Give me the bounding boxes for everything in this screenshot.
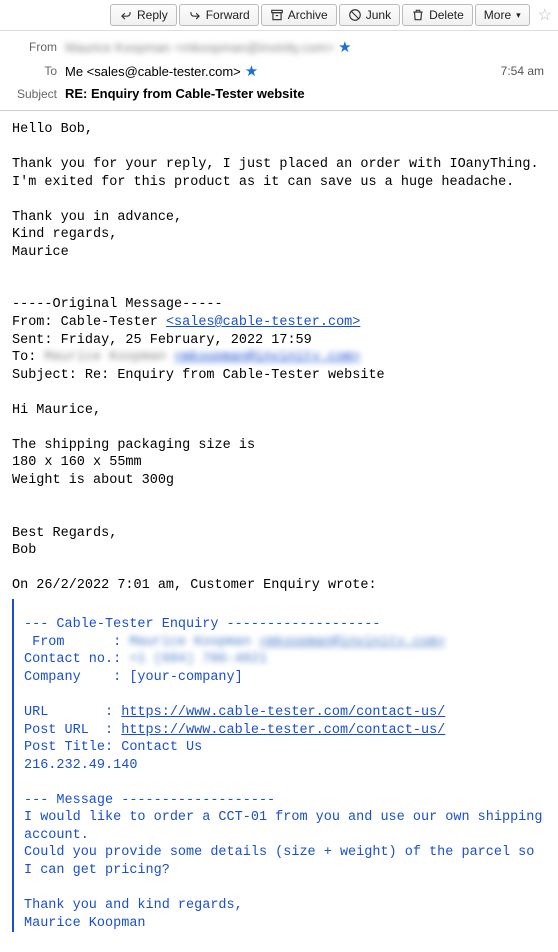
orig-subject: Subject: Re: Enquiry from Cable-Tester w… [12, 368, 385, 383]
enq-ip: 216.232.49.140 [24, 758, 137, 773]
subject-value: RE: Enquiry from Cable-Tester website [65, 86, 548, 101]
header-from-row: From Maurice Koopman <mkoopman@invinity.… [10, 35, 548, 59]
forward-label: Forward [206, 8, 250, 22]
more-button[interactable]: More ▾ [475, 4, 530, 26]
star-icon[interactable]: ★ [245, 62, 258, 80]
from-label: From [10, 40, 65, 54]
orig-from-link[interactable]: <sales@cable-tester.com> [166, 315, 360, 330]
from-address: <mkoopman@invinity.com> [175, 40, 335, 55]
enq-signoff: Thank you and kind regards, Maurice Koop… [24, 898, 243, 931]
message-headers: From Maurice Koopman <mkoopman@invinity.… [0, 31, 558, 111]
delete-label: Delete [429, 8, 464, 22]
body-p1: Thank you for your reply, I just placed … [12, 157, 539, 190]
junk-button[interactable]: Junk [339, 4, 400, 26]
enq-msg-header: --- Message ------------------- [24, 793, 275, 808]
star-icon[interactable]: ★ [338, 38, 351, 56]
reply-icon [119, 8, 133, 22]
subject-label: Subject [10, 87, 65, 101]
enq-contact: +1 (604) 706-4821 [129, 652, 267, 667]
reply-label: Reply [137, 8, 168, 22]
star-outline-icon[interactable]: ☆ [538, 5, 552, 25]
orig-best: Best Regards, Bob [12, 526, 117, 559]
enq-from-name: Maurice Koopman [129, 635, 251, 650]
enq-company: Company : [your-company] [24, 670, 243, 685]
archive-label: Archive [288, 8, 328, 22]
enq-post-title: Post Title: Contact Us [24, 740, 202, 755]
to-label: To [10, 64, 65, 78]
orig-to-addr: <mkoopman@invinity.com> [174, 350, 360, 365]
body-greeting: Hello Bob, [12, 122, 93, 137]
orig-hi: Hi Maurice, [12, 403, 101, 418]
orig-sent: Sent: Friday, 25 February, 2022 17:59 [12, 333, 312, 348]
on-line: On 26/2/2022 7:01 am, Customer Enquiry w… [12, 578, 377, 593]
to-value: Me <sales@cable-tester.com> [65, 64, 241, 79]
header-subject-row: Subject RE: Enquiry from Cable-Tester we… [10, 83, 548, 104]
enq-url-link[interactable]: https://www.cable-tester.com/contact-us/ [121, 705, 445, 720]
header-to-row: To Me <sales@cable-tester.com> ★ 7:54 am [10, 59, 548, 83]
chevron-down-icon: ▾ [516, 10, 521, 21]
reply-button[interactable]: Reply [110, 4, 177, 26]
more-label: More [484, 8, 511, 22]
message-toolbar: Reply Forward Archive Junk Delete More▾ … [0, 0, 558, 31]
message-body: Hello Bob, Thank you for your reply, I j… [0, 111, 558, 952]
orig-to-name: Maurice Koopman [44, 350, 166, 365]
body-p2: Thank you in advance, Kind regards, Maur… [12, 210, 182, 260]
delete-icon [411, 8, 425, 22]
enq-msg-body: I would like to order a CCT-01 from you … [24, 810, 551, 878]
junk-label: Junk [366, 8, 391, 22]
forward-icon [188, 8, 202, 22]
orig-divider: -----Original Message----- [12, 297, 223, 312]
forward-button[interactable]: Forward [179, 4, 259, 26]
enq-from-addr: <mkoopman@invinity.com> [259, 635, 445, 650]
enq-posturl-label: Post URL : [24, 723, 121, 738]
message-time: 7:54 am [501, 64, 548, 78]
archive-button[interactable]: Archive [261, 4, 337, 26]
enq-contact-label: Contact no.: [24, 652, 129, 667]
junk-icon [348, 8, 362, 22]
enq-url-label: URL : [24, 705, 121, 720]
from-name: Maurice Koopman [65, 40, 171, 55]
delete-button[interactable]: Delete [402, 4, 473, 26]
orig-to-label: To: [12, 350, 44, 365]
quoted-block: --- Cable-Tester Enquiry ---------------… [12, 599, 546, 932]
enq-posturl-link[interactable]: https://www.cable-tester.com/contact-us/ [121, 723, 445, 738]
enq-header: --- Cable-Tester Enquiry ---------------… [24, 617, 380, 632]
archive-icon [270, 8, 284, 22]
enq-from-label: From : [24, 635, 129, 650]
orig-from-label: From: Cable-Tester [12, 315, 166, 330]
orig-ship: The shipping packaging size is 180 x 160… [12, 438, 255, 488]
